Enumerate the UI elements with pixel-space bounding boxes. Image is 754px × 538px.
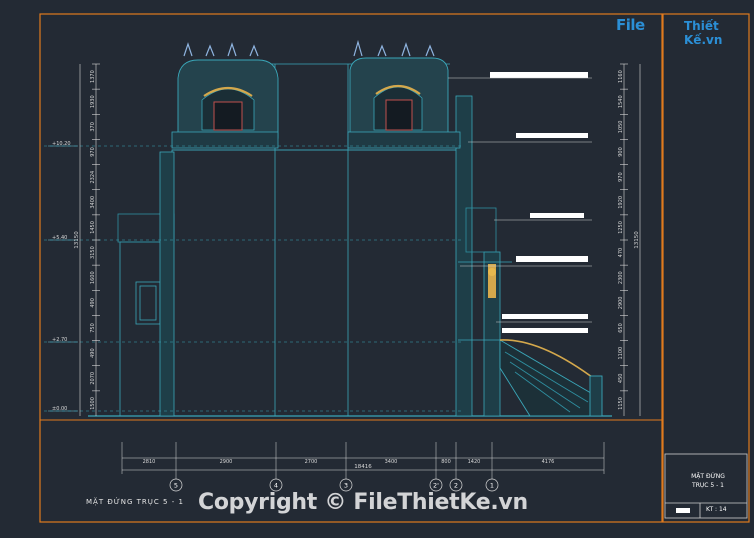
right-dim-value: 1050 bbox=[618, 120, 624, 133]
right-dim-value: 1100 bbox=[618, 347, 624, 360]
brand-name-part2: Thiết Kế.vn bbox=[684, 19, 723, 47]
left-dim-value: 970 bbox=[90, 147, 96, 157]
right-dim-value: 1920 bbox=[618, 196, 624, 209]
left-dim-value: 1450 bbox=[90, 221, 96, 234]
axis-label: 1 bbox=[490, 482, 494, 490]
left-dim-value: 3150 bbox=[90, 246, 96, 259]
roof-dome-left bbox=[171, 42, 279, 149]
right-dim-value: 2900 bbox=[618, 296, 624, 309]
brand-logo: File Thiết Kế.vn bbox=[612, 14, 732, 47]
right-dim-value: 1250 bbox=[618, 221, 624, 234]
right-dimension-chain: 1160 1540 1050 900 970 1920 1250 470 2300 2900 650… bbox=[618, 63, 641, 416]
brand-name-part1: File bbox=[616, 16, 645, 34]
level-label: +2.70 bbox=[52, 337, 67, 343]
bottom-dim-value: 1420 bbox=[468, 459, 481, 465]
left-dim-value: 490 bbox=[90, 348, 96, 358]
ornament-column bbox=[488, 264, 496, 298]
bottom-dim-total: 18416 bbox=[354, 464, 372, 470]
axis-label: 2' bbox=[433, 482, 439, 490]
staircase bbox=[499, 339, 603, 417]
drawing-sheet: +10.20 +5.40 +2.70 ±0.00 1370 1930 370 970 2324… bbox=[0, 0, 754, 534]
elevation-drawing: +10.20 +5.40 +2.70 ±0.00 1370 1930 370 970 2324… bbox=[39, 13, 750, 523]
sheet-mark bbox=[676, 508, 690, 513]
axis-label: 5 bbox=[174, 482, 178, 490]
left-dim-value: 1500 bbox=[90, 397, 96, 410]
bottom-dim-value: 2700 bbox=[305, 459, 318, 465]
bottom-dim-value: 3400 bbox=[385, 459, 398, 465]
copyright-watermark: Copyright © FileThietKe.vn bbox=[198, 490, 528, 515]
left-dim-value: 370 bbox=[90, 122, 96, 132]
left-dim-total: 13150 bbox=[74, 231, 80, 249]
title-block-line1: MẶT ĐỨNG bbox=[691, 473, 725, 480]
level-label: +5.40 bbox=[52, 235, 67, 241]
right-dim-value: 1540 bbox=[618, 95, 624, 108]
bottom-dim-value: 800 bbox=[441, 459, 451, 465]
axis-markers: 5 4 3 2' 2 1 bbox=[169, 474, 499, 492]
title-block-line2: TRỤC 5 - 1 bbox=[692, 482, 724, 489]
title-block-label: MẶT ĐỨNG TRỤC 5 - 1 bbox=[666, 472, 750, 490]
right-dim-value: 1160 bbox=[618, 70, 624, 83]
right-dim-value: 450 bbox=[618, 374, 624, 384]
left-dim-value: 2070 bbox=[90, 372, 96, 385]
bottom-dimension-chain: 2810 2900 2700 3400 800 1420 4176 18416 bbox=[121, 442, 605, 474]
right-dim-total: 13150 bbox=[634, 231, 640, 249]
left-dim-value: 1600 bbox=[90, 271, 96, 284]
left-dim-value: 1930 bbox=[90, 95, 96, 108]
right-dim-value: 470 bbox=[618, 248, 624, 258]
axis-label: 3 bbox=[344, 482, 348, 490]
bottom-dim-value: 2810 bbox=[143, 459, 156, 465]
level-label: ±0.00 bbox=[52, 406, 67, 412]
axis-label: 4 bbox=[274, 482, 278, 490]
roof-dome-right bbox=[347, 39, 461, 149]
right-dim-value: 650 bbox=[618, 323, 624, 333]
level-label: +10.20 bbox=[52, 141, 71, 147]
right-dim-value: 1150 bbox=[618, 397, 624, 410]
right-dim-value: 970 bbox=[618, 172, 624, 182]
left-dim-value: 490 bbox=[90, 298, 96, 308]
right-dim-value: 900 bbox=[618, 147, 624, 157]
left-dim-value: 2324 bbox=[90, 171, 96, 184]
level-markers: +10.20 +5.40 +2.70 ±0.00 bbox=[44, 141, 462, 412]
left-dim-value: 750 bbox=[90, 323, 96, 333]
right-dim-value: 2300 bbox=[618, 271, 624, 284]
sheet-number: KT : 14 bbox=[706, 506, 727, 513]
title-block bbox=[662, 13, 750, 523]
drawing-title: MẶT ĐỨNG TRỤC 5 - 1 bbox=[86, 498, 184, 506]
left-dim-value: 1370 bbox=[90, 70, 96, 83]
left-dim-value: 3400 bbox=[90, 196, 96, 209]
axis-label: 2 bbox=[454, 482, 458, 490]
bottom-dim-value: 4176 bbox=[542, 459, 555, 465]
bottom-dim-value: 2900 bbox=[220, 459, 233, 465]
